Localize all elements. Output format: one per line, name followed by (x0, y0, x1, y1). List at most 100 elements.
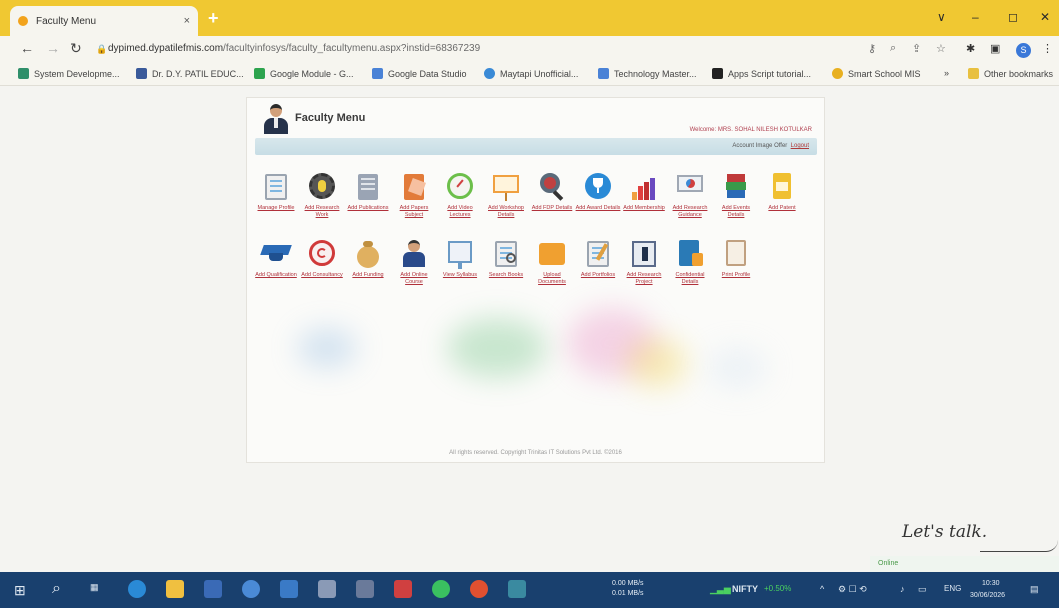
menu-item-add-papers-subject[interactable]: Add Papers Subject (391, 170, 437, 219)
camera-icon[interactable] (356, 580, 374, 598)
office-icon[interactable] (394, 580, 412, 598)
menu-item-add-research-project[interactable]: Add Research Project (621, 237, 667, 286)
language-indicator[interactable]: ENG (944, 584, 961, 593)
menu-item-add-workshop-details[interactable]: Add Workshop Details (483, 170, 529, 219)
tab-title: Faculty Menu (36, 15, 97, 27)
bookmark-item[interactable]: Technology Master... (598, 68, 697, 79)
bookmark-item[interactable]: Maytapi Unofficial... (484, 68, 578, 79)
lets-talk-underline (980, 540, 1058, 552)
document-icon (766, 170, 798, 202)
menu-item-add-qualification[interactable]: Add Qualification (253, 237, 299, 286)
bookmark-icon (484, 68, 495, 79)
browser-tab-strip: Faculty Menu × + ∨ – ◻ ✕ (0, 0, 1059, 36)
menu-item-add-fdp-details[interactable]: Add FDP Details (529, 170, 575, 219)
bookmark-item[interactable]: Dr. D.Y. PATIL EDUC... (136, 68, 244, 79)
whatsapp-icon[interactable] (432, 580, 450, 598)
tab-search-icon[interactable]: ∨ (937, 10, 946, 24)
menu-icon[interactable]: ⋮ (1042, 42, 1053, 55)
tab-close-icon[interactable]: × (184, 15, 190, 27)
store-icon[interactable] (204, 580, 222, 598)
logout-link[interactable]: Logout (791, 143, 809, 149)
background-watermark (267, 298, 807, 418)
menu-item-add-membership[interactable]: Add Membership (621, 170, 667, 219)
welcome-text: Welcome: MRS. SOHAL NILESH KOTULKAR (689, 127, 812, 133)
display-icon[interactable]: ▭ (918, 584, 927, 595)
close-window-button[interactable]: ✕ (1040, 10, 1050, 24)
mail-icon[interactable] (280, 580, 298, 598)
app-icon[interactable] (242, 580, 260, 598)
key-icon[interactable]: ⚷ (868, 42, 876, 55)
bookmark-icon (598, 68, 609, 79)
other-bookmarks[interactable]: Other bookmarks (968, 68, 1053, 79)
menu-item-add-events-details[interactable]: Add Events Details (713, 170, 759, 219)
tray-chevron-icon[interactable]: ^ (820, 584, 824, 594)
faculty-menu-panel: Faculty Menu Welcome: MRS. SOHAL NILESH … (246, 97, 825, 463)
clock-time[interactable]: 10:30 (982, 580, 1000, 587)
account-links[interactable]: Account Image Offer (732, 143, 787, 149)
copyright-icon (306, 237, 338, 269)
menu-item-add-consultancy[interactable]: Add Consultancy (299, 237, 345, 286)
bookmark-star-icon[interactable]: ☆ (936, 42, 946, 55)
menu-item-add-video-lectures[interactable]: Add Video Lectures (437, 170, 483, 219)
url-bar[interactable]: 🔒 dypimed.dypatilefmis.com/facultyinfosy… (96, 40, 856, 58)
menu-item-print-profile[interactable]: Print Profile (713, 237, 759, 286)
reload-icon[interactable]: ↻ (70, 40, 82, 57)
url-host: dypimed.dypatilefmis.com (108, 43, 224, 54)
menu-item-search-books[interactable]: Search Books (483, 237, 529, 286)
menu-item-view-syllabus[interactable]: View Syllabus (437, 237, 483, 286)
clock-date[interactable]: 30/06/2026 (970, 592, 1005, 599)
zoom-icon[interactable]: ⌕ (890, 42, 896, 55)
taskbar: ⊞ ⌕ ▦ 0.00 MB/s 0.01 MB/s ▁▃▅ NIFTY +0.5… (0, 572, 1059, 608)
share-icon[interactable]: ⇪ (912, 42, 921, 55)
edit-doc-icon (582, 237, 614, 269)
menu-item-add-portfolios[interactable]: Add Portfolios (575, 237, 621, 286)
bookmark-item[interactable]: Smart School MIS (832, 68, 921, 79)
menu-item-upload-documents[interactable]: Upload Documents (529, 237, 575, 286)
new-tab-button[interactable]: + (208, 8, 219, 29)
bookmark-item[interactable]: System Developme... (18, 68, 120, 79)
bookmarks-overflow[interactable]: » (944, 68, 949, 78)
bookmark-icon (254, 68, 265, 79)
task-view-icon[interactable]: ▦ (90, 582, 99, 593)
bookmark-icon (832, 68, 843, 79)
menu-item-add-research-work[interactable]: Add Research Work (299, 170, 345, 219)
back-arrow-icon[interactable]: ← (20, 40, 34, 56)
menu-item-add-research-guidance[interactable]: Add Research Guidance (667, 170, 713, 219)
menu-item-manage-profile[interactable]: Manage Profile (253, 170, 299, 219)
app-icon[interactable] (318, 580, 336, 598)
maximize-button[interactable]: ◻ (1008, 10, 1018, 24)
menu-item-add-online-course[interactable]: Add Online Course (391, 237, 437, 286)
tab-favicon-icon (18, 16, 28, 26)
bookmark-item[interactable]: Google Module - G... (254, 68, 354, 79)
extensions-icon[interactable]: ✱ (966, 42, 975, 55)
menu-item-add-funding[interactable]: Add Funding (345, 237, 391, 286)
menu-row: Add Qualification Add Consultancy Add Fu… (253, 237, 759, 286)
volume-icon[interactable]: ♪ (900, 584, 905, 594)
menu-item-confidential-details[interactable]: Confidential Details (667, 237, 713, 286)
search-icon[interactable]: ⌕ (52, 580, 61, 598)
windows-start-icon[interactable]: ⊞ (14, 582, 26, 599)
app-icon[interactable] (508, 580, 526, 598)
books-icon (720, 170, 752, 202)
project-icon (628, 237, 660, 269)
edge-icon[interactable] (128, 580, 146, 598)
profile-avatar[interactable]: S (1016, 43, 1031, 58)
forward-arrow-icon[interactable]: → (46, 40, 60, 56)
chrome-icon[interactable] (470, 580, 488, 598)
notification-icon[interactable]: ▤ (1030, 584, 1039, 595)
bookmark-icon (136, 68, 147, 79)
bookmark-item[interactable]: Google Data Studio (372, 68, 467, 79)
page-title: Faculty Menu (295, 112, 366, 124)
menu-item-add-publications[interactable]: Add Publications (345, 170, 391, 219)
file-explorer-icon[interactable] (166, 580, 184, 598)
browser-tab[interactable]: Faculty Menu × (10, 6, 198, 36)
bookmark-item[interactable]: Apps Script tutorial... (712, 68, 811, 79)
menu-item-add-award-details[interactable]: Add Award Details (575, 170, 621, 219)
network-up-speed: 0.00 MB/s (612, 580, 644, 587)
minimize-button[interactable]: – (972, 10, 979, 24)
stock-label[interactable]: NIFTY (732, 584, 758, 594)
tray-icons[interactable]: ⚙ ☐ ⟲ (838, 584, 867, 595)
menu-item-add-patent[interactable]: Add Patent (759, 170, 805, 219)
side-panel-icon[interactable]: ▣ (990, 42, 1000, 55)
folder-icon (536, 237, 568, 269)
